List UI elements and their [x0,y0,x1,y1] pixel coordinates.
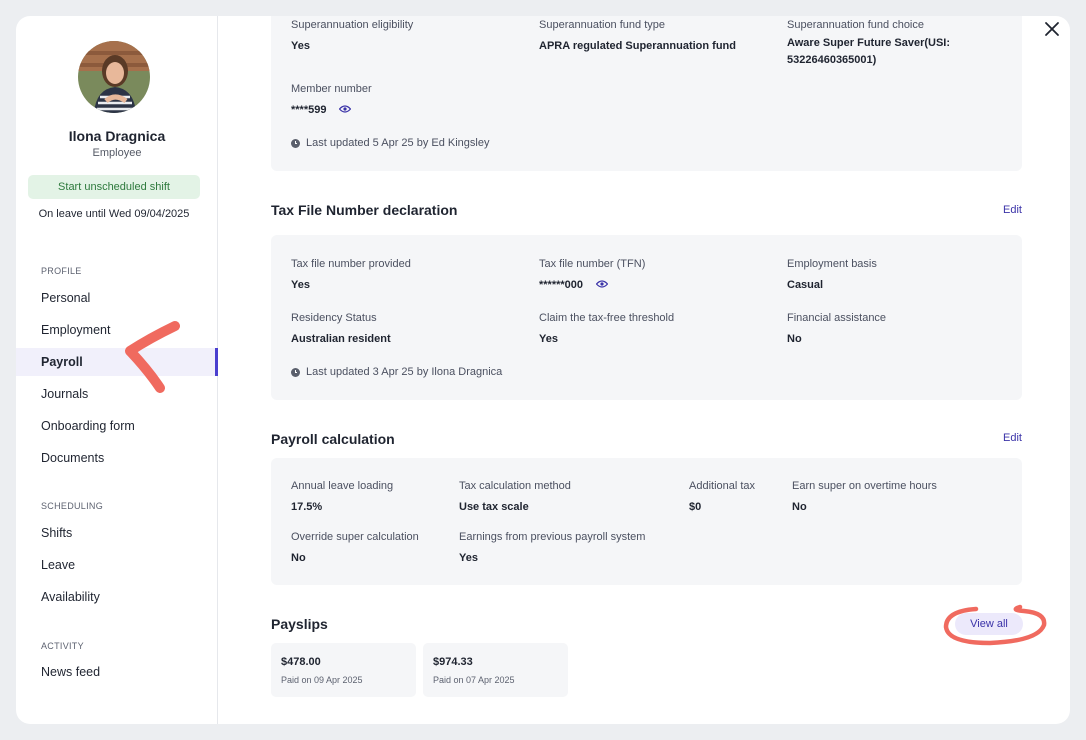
payslips-section-title: Payslips [271,616,328,632]
tfn-label: Tax file number (TFN) [539,258,646,270]
payroll-calc-section-title: Payroll calculation [271,431,395,447]
super-last-updated: Last updated 5 Apr 25 by Ed Kingsley [291,137,489,149]
scheduling-section-label: SCHEDULING [41,501,104,511]
close-icon[interactable] [1043,20,1061,38]
tfn-value: ******000 [539,279,584,291]
tfn-value-row: ******000 [539,278,609,293]
payslip-paid-date: Paid on 07 Apr 2025 [433,675,515,685]
employment-basis-value: Casual [787,279,824,291]
residency-status-label: Residency Status [291,312,377,324]
sidebar-item-employment[interactable]: Employment [16,316,218,344]
employee-profile-modal: Ilona Dragnica Employee Start unschedule… [16,16,1070,724]
employee-name: Ilona Dragnica [68,128,166,144]
member-number-label: Member number [291,83,372,95]
payslip-paid-date: Paid on 09 Apr 2025 [281,675,363,685]
tax-free-threshold-label: Claim the tax-free threshold [539,312,675,324]
super-fund-choice-label: Superannuation fund choice [787,19,924,31]
sidebar-item-availability[interactable]: Availability [16,583,218,611]
sidebar-item-documents[interactable]: Documents [16,444,218,472]
tfn-edit-link[interactable]: Edit [1003,204,1022,216]
super-last-updated-text: Last updated 5 Apr 25 by Ed Kingsley [306,137,490,149]
payroll-calc-edit-link[interactable]: Edit [1003,432,1022,444]
override-super-value: No [291,552,306,564]
sidebar-item-personal[interactable]: Personal [16,284,218,312]
payslip-amount: $974.33 [433,656,473,668]
payroll-calc-card: Annual leave loading 17.5% Tax calculati… [271,458,1022,585]
payroll-main-content: Superannuation eligibility Yes Superannu… [219,16,1070,724]
overtime-super-value: No [792,501,807,513]
tfn-provided-value: Yes [291,279,310,291]
payslip-card[interactable]: $974.33 Paid on 07 Apr 2025 [423,643,568,697]
override-super-label: Override super calculation [291,531,419,543]
additional-tax-value: $0 [689,501,702,513]
payslip-card[interactable]: $478.00 Paid on 09 Apr 2025 [271,643,416,697]
employee-role: Employee [92,147,142,159]
super-fund-type-label: Superannuation fund type [539,19,665,31]
reveal-eye-icon[interactable] [595,278,609,293]
view-all-payslips-button[interactable]: View all [955,613,1023,635]
payslip-amount: $478.00 [281,656,321,668]
employment-basis-label: Employment basis [787,258,877,270]
tax-method-label: Tax calculation method [459,480,571,492]
sidebar-item-payroll[interactable]: Payroll [16,348,218,376]
tfn-section-title: Tax File Number declaration [271,202,458,218]
super-fund-choice-value-line2: 53226460365001) [787,54,877,66]
residency-status-value: Australian resident [291,333,391,345]
leave-loading-label: Annual leave loading [291,480,394,492]
clock-icon [291,138,300,148]
tfn-last-updated-text: Last updated 3 Apr 25 by Ilona Dragnica [306,366,503,378]
super-eligibility-label: Superannuation eligibility [291,19,414,31]
avatar [78,41,150,113]
sidebar-item-news-feed[interactable]: News feed [16,658,218,686]
additional-tax-label: Additional tax [689,480,756,492]
reveal-eye-icon[interactable] [339,103,352,118]
financial-assistance-value: No [787,333,802,345]
sidebar-item-shifts[interactable]: Shifts [16,519,218,547]
overtime-super-label: Earn super on overtime hours [792,480,937,492]
leave-loading-value: 17.5% [291,501,323,513]
sidebar-item-journals[interactable]: Journals [16,380,218,408]
tfn-provided-label: Tax file number provided [291,258,411,270]
sidebar-item-onboarding-form[interactable]: Onboarding form [16,412,218,440]
sidebar-item-leave[interactable]: Leave [16,551,218,579]
leave-status-text: On leave until Wed 09/04/2025 [38,208,190,220]
tax-free-threshold-value: Yes [539,333,558,345]
previous-earnings-label: Earnings from previous payroll system [459,531,646,543]
profile-sidebar: Ilona Dragnica Employee Start unschedule… [16,16,218,724]
super-fund-type-value: APRA regulated Superannuation fund [539,40,736,52]
member-number-value: ****599 [291,104,327,116]
superannuation-card: Superannuation eligibility Yes Superannu… [271,16,1022,171]
tax-method-value: Use tax scale [459,501,529,513]
tfn-last-updated: Last updated 3 Apr 25 by Ilona Dragnica [291,366,502,378]
activity-section-label: ACTIVITY [41,641,84,651]
tfn-card: Tax file number provided Yes Tax file nu… [271,235,1022,400]
profile-section-label: PROFILE [41,266,82,276]
previous-earnings-value: Yes [459,552,478,564]
member-number-row: ****599 [291,103,352,118]
start-unscheduled-shift-button[interactable]: Start unscheduled shift [28,175,200,199]
super-fund-choice-value-line1: Aware Super Future Saver(USI: [787,37,951,49]
financial-assistance-label: Financial assistance [787,312,887,324]
super-eligibility-value: Yes [291,40,310,52]
clock-icon [291,367,300,377]
